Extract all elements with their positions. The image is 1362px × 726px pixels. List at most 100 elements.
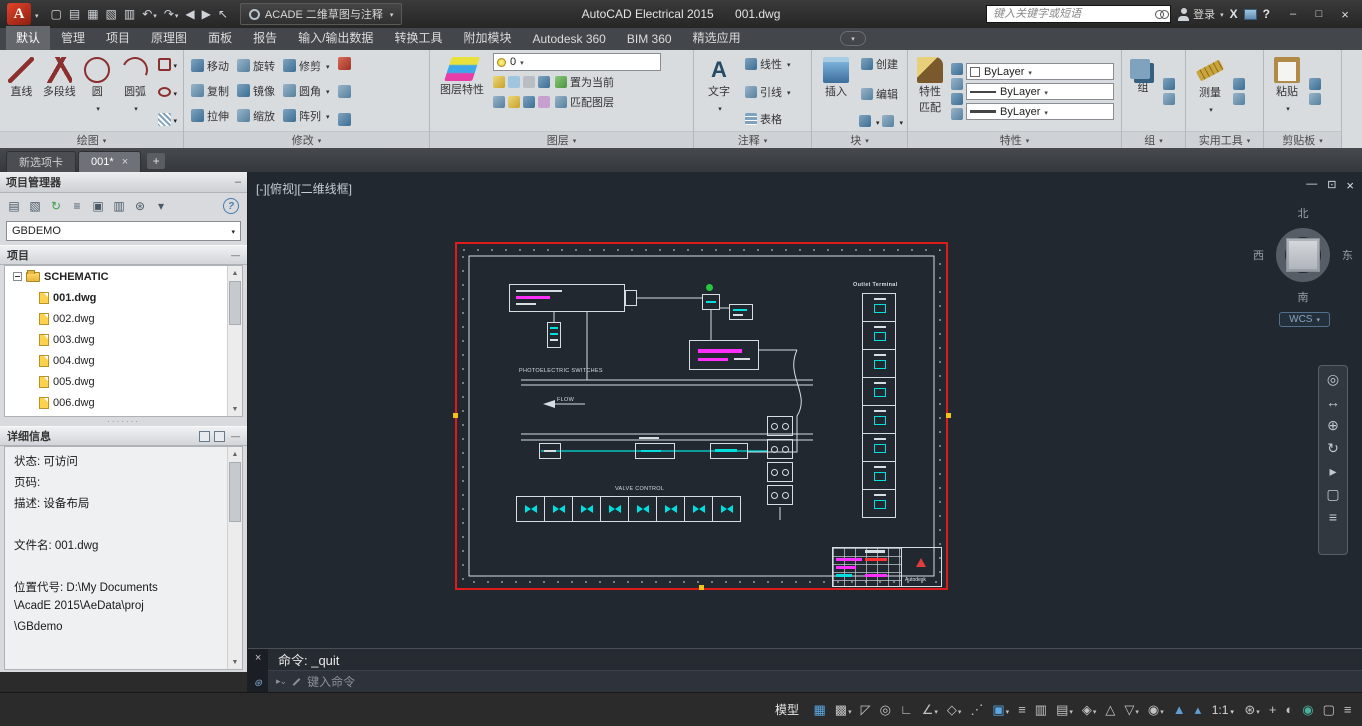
- osnap-tracking-icon[interactable]: ⋰: [966, 697, 988, 723]
- autoscale-icon[interactable]: ▴: [1190, 697, 1206, 723]
- details-section-header[interactable]: 详细信息: [0, 426, 247, 446]
- gizmo-icon[interactable]: ◉: [1143, 697, 1168, 723]
- hatch-button[interactable]: [156, 110, 180, 128]
- project-settings-icon[interactable]: ⊛: [131, 197, 149, 215]
- trim-button[interactable]: 修剪: [280, 57, 333, 75]
- lineweight-select[interactable]: ByLayer: [966, 103, 1114, 120]
- tree-file-item[interactable]: 006.dwg: [5, 392, 227, 413]
- isolate-objects-icon[interactable]: ◐: [1281, 697, 1298, 723]
- new-project-icon[interactable]: ▧: [26, 197, 44, 215]
- offset-button[interactable]: [336, 111, 353, 128]
- paste-button[interactable]: 粘贴: [1268, 53, 1306, 130]
- maximize-button[interactable]: [1306, 4, 1332, 24]
- model-space-button[interactable]: 模型: [765, 697, 809, 722]
- clean-screen-icon[interactable]: ▢: [1318, 697, 1339, 723]
- viewport-close-button[interactable]: [1346, 178, 1354, 193]
- undo-icon[interactable]: ↶: [139, 5, 160, 23]
- measure-button[interactable]: 测量: [1190, 53, 1230, 130]
- redo-icon[interactable]: ↷: [161, 5, 182, 23]
- panel-label-block[interactable]: 块: [812, 131, 907, 148]
- showmotion-icon[interactable]: ▸: [1329, 464, 1336, 478]
- scale-button[interactable]: 缩放: [234, 107, 278, 125]
- wcs-menu[interactable]: WCS: [1279, 312, 1330, 327]
- workspace-switcher[interactable]: ACADE 二维草图与注释: [240, 3, 402, 25]
- ribbon-tab[interactable]: 报告: [243, 26, 287, 50]
- set-current-layer-button[interactable]: 置为当前: [553, 73, 616, 91]
- viewport-controls-label[interactable]: [-][俯视][二维线框]: [256, 180, 352, 197]
- line-button[interactable]: 直线: [4, 53, 39, 130]
- customization-plus-icon[interactable]: +: [1264, 697, 1281, 723]
- add-tab-button[interactable]: [147, 153, 165, 169]
- mirror-button[interactable]: 镜像: [234, 82, 278, 100]
- erase-button[interactable]: [336, 55, 353, 72]
- viewport-minimize-button[interactable]: [1306, 178, 1317, 193]
- move-button[interactable]: 移动: [188, 57, 232, 75]
- save-icon[interactable]: ▦: [84, 5, 101, 23]
- customization-menu-icon[interactable]: ≡: [1339, 697, 1356, 723]
- tree-file-item[interactable]: 003.dwg: [5, 329, 227, 350]
- ribbon-tab[interactable]: BIM 360: [617, 29, 682, 50]
- grid-icon[interactable]: ▦: [809, 697, 830, 723]
- leader-button[interactable]: 引线: [743, 83, 793, 101]
- copy-clip-icon[interactable]: [1309, 93, 1321, 105]
- dynamic-input-icon[interactable]: ◎: [875, 697, 895, 723]
- panel-label-properties[interactable]: 特性: [908, 131, 1121, 148]
- match-properties-button[interactable]: 特性 匹配: [912, 53, 948, 130]
- layer-off-icon[interactable]: [493, 76, 505, 88]
- annotation-scale-button[interactable]: 1:1: [1206, 699, 1240, 721]
- help-search-input[interactable]: [986, 5, 1171, 23]
- viewport-restore-button[interactable]: [1327, 178, 1336, 193]
- command-input[interactable]: 键入命令: [268, 670, 1362, 692]
- panel-label-clipboard[interactable]: 剪贴板: [1264, 131, 1341, 148]
- selection-cycling-icon[interactable]: ▤: [1052, 697, 1078, 723]
- annotation-visibility-icon[interactable]: ▲: [1168, 697, 1190, 723]
- scrollbar-thumb[interactable]: [229, 281, 241, 325]
- details-popout-icon[interactable]: [199, 431, 210, 442]
- close-command-icon[interactable]: [255, 652, 261, 664]
- panel-label-modify[interactable]: 修改: [184, 131, 429, 148]
- array-button[interactable]: 阵列: [280, 107, 333, 125]
- panel-splitter[interactable]: [0, 417, 247, 426]
- full-navigation-wheel-icon[interactable]: ◎: [1327, 372, 1339, 386]
- orbit-icon[interactable]: ↻: [1327, 441, 1339, 455]
- lineweight-icon[interactable]: ≡: [1014, 697, 1031, 723]
- explode-button[interactable]: [336, 83, 353, 100]
- ribbon-tab[interactable]: 默认: [6, 26, 50, 50]
- layer-isolate-icon[interactable]: [538, 76, 550, 88]
- panel-label-groups[interactable]: 组: [1122, 131, 1185, 148]
- search-icon[interactable]: [1155, 9, 1167, 19]
- close-tab-icon[interactable]: [122, 156, 128, 168]
- plot-publish-icon[interactable]: ▥: [110, 197, 128, 215]
- exchange-apps-icon[interactable]: [1230, 7, 1238, 21]
- circle-button[interactable]: 圆: [80, 53, 115, 130]
- toolbar-more-icon[interactable]: ▾: [152, 197, 170, 215]
- new-tab-button[interactable]: 新选项卡: [6, 151, 76, 172]
- ungroup-icon[interactable]: [1163, 78, 1175, 90]
- ribbon-tab[interactable]: 管理: [51, 26, 95, 50]
- infer-constraints-icon[interactable]: ◸: [856, 697, 875, 723]
- collapse-projects-icon[interactable]: [231, 249, 240, 261]
- match-layer-button[interactable]: 匹配图层: [553, 93, 616, 111]
- fillet-button[interactable]: 圆角: [280, 82, 333, 100]
- collapse-details-icon[interactable]: [231, 430, 240, 442]
- saveas-icon[interactable]: ▧: [103, 5, 120, 23]
- viewcube-face[interactable]: [1286, 238, 1320, 272]
- tree-file-item[interactable]: 005.dwg: [5, 371, 227, 392]
- scrollbar-thumb[interactable]: [229, 462, 241, 522]
- ribbon-tab[interactable]: 面板: [198, 26, 242, 50]
- back-icon[interactable]: ◀: [182, 5, 197, 23]
- group-button[interactable]: 组: [1126, 53, 1160, 130]
- project-select[interactable]: GBDEMO: [6, 221, 241, 241]
- close-button[interactable]: [1332, 4, 1358, 24]
- drawing-viewport[interactable]: [-][俯视][二维线框]: [248, 172, 1362, 648]
- tree-file-item[interactable]: 001.dwg: [5, 287, 227, 308]
- transparency-tool-icon[interactable]: [951, 108, 963, 120]
- isodraft-icon[interactable]: ◇: [942, 697, 966, 723]
- pan-icon[interactable]: ↔: [1326, 395, 1340, 409]
- layer-merge-icon[interactable]: [538, 96, 550, 108]
- panel-label-draw[interactable]: 绘图: [0, 131, 183, 148]
- arc-button[interactable]: 圆弧: [118, 53, 153, 130]
- ribbon-tab[interactable]: Autodesk 360: [522, 29, 615, 50]
- ribbon-tab[interactable]: 输入/输出数据: [288, 26, 383, 50]
- create-block-button[interactable]: 创建: [859, 55, 903, 73]
